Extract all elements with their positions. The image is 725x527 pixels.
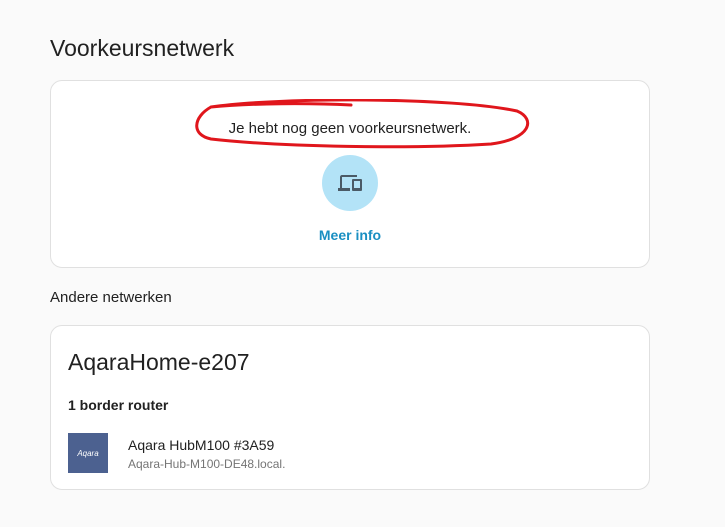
other-networks-title: Andere netwerken	[50, 289, 172, 306]
border-router-item[interactable]: Aqara Aqara HubM100 #3A59 Aqara-Hub-M100…	[68, 433, 628, 473]
empty-state-text: Je hebt nog geen voorkeursnetwerk.	[228, 120, 472, 137]
network-name: AqaraHome-e207	[68, 349, 250, 375]
preferred-network-title: Voorkeursnetwerk	[50, 35, 235, 61]
border-router-count: 1 border router	[68, 397, 169, 413]
devices-icon-circle	[322, 155, 378, 211]
logo-text: Aqara	[77, 448, 99, 458]
devices-icon	[338, 175, 362, 191]
more-info-link[interactable]: Meer info	[51, 227, 649, 243]
network-card: AqaraHome-e207 1 border router Aqara Aqa…	[50, 325, 650, 490]
preferred-network-card: Je hebt nog geen voorkeursnetwerk. Meer …	[50, 80, 650, 268]
router-hostname: Aqara-Hub-M100-DE48.local.	[128, 457, 286, 471]
aqara-logo: Aqara	[68, 433, 108, 473]
router-name: Aqara HubM100 #3A59	[128, 437, 275, 453]
page: Voorkeursnetwerk Je hebt nog geen voorke…	[0, 0, 725, 527]
